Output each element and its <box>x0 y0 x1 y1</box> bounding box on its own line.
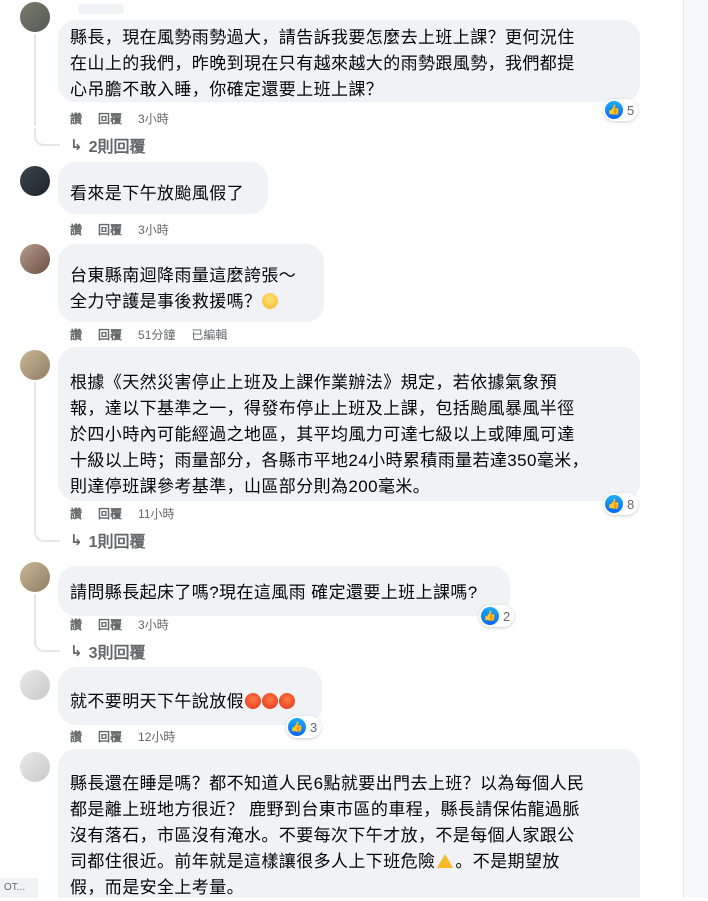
like-button[interactable]: 讚 <box>70 505 82 522</box>
thread-line <box>34 34 36 126</box>
reply-button[interactable]: 回覆 <box>98 505 122 522</box>
comment-bubble: 就不要明天下午說放假 <box>58 667 322 725</box>
timestamp[interactable]: 3小時 <box>138 616 169 633</box>
reaction-count[interactable]: 👍 5 <box>603 99 639 121</box>
angry-emoji-icon <box>262 693 278 709</box>
warning-icon <box>437 854 454 868</box>
comment-actions: 讚 回覆 12小時 <box>70 728 191 745</box>
reply-button[interactable]: 回覆 <box>98 728 122 745</box>
avatar[interactable] <box>20 670 50 700</box>
angry-emoji-icon <box>279 693 295 709</box>
timestamp[interactable]: 3小時 <box>138 221 169 238</box>
avatar[interactable] <box>20 752 50 782</box>
comment-bubble: 看來是下午放颱風假了 <box>58 162 268 214</box>
view-replies-button[interactable]: ↳ 2則回覆 <box>70 133 145 157</box>
thread-line <box>34 594 36 636</box>
comment-actions: 讚 回覆 11小時 <box>70 505 191 522</box>
view-replies-button[interactable]: ↳ 1則回覆 <box>70 528 145 552</box>
comment-actions: 讚 回覆 51分鐘 已編輯 <box>70 326 243 343</box>
reply-arrow-icon: ↳ <box>70 643 83 660</box>
like-reaction-icon: 👍 <box>605 101 623 119</box>
corner-label[interactable]: OT... <box>0 878 38 898</box>
like-reaction-icon: 👍 <box>288 718 306 736</box>
reply-connector <box>34 524 60 542</box>
reply-arrow-icon: ↳ <box>70 532 83 549</box>
comment-bubble: 縣長，現在風勢雨勢過大，請告訴我要怎麼去上班上課？更何況住 在山上的我們，昨晚到… <box>58 20 640 102</box>
like-button[interactable]: 讚 <box>70 221 82 238</box>
avatar[interactable] <box>20 350 50 380</box>
commenter-name[interactable] <box>78 4 124 14</box>
comment-bubble: 縣長還在睡是嗎？都不知道人民6點就要出門去上班？以為每個人民 都是離上班地方很近… <box>58 749 640 898</box>
comment-text: 台東縣南迴降雨量這麼誇張～ 全力守護是事後救援嗎？ <box>70 266 297 311</box>
reply-button[interactable]: 回覆 <box>98 326 122 343</box>
comment-text: 縣長還在睡是嗎？都不知道人民6點就要出門去上班？以為每個人民 都是離上班地方很近… <box>70 774 585 897</box>
timestamp[interactable]: 3小時 <box>138 110 169 127</box>
reply-button[interactable]: 回覆 <box>98 616 122 633</box>
reaction-count[interactable]: 👍 8 <box>603 493 639 515</box>
comment-actions: 讚 回覆 3小時 <box>70 616 185 633</box>
view-replies-button[interactable]: ↳ 3則回覆 <box>70 639 145 663</box>
avatar[interactable] <box>20 2 50 32</box>
angry-emoji-icon <box>245 693 261 709</box>
reply-connector <box>34 634 60 652</box>
like-button[interactable]: 讚 <box>70 110 82 127</box>
like-button[interactable]: 讚 <box>70 728 82 745</box>
scrollbar-track[interactable] <box>684 0 708 898</box>
comment-text: 就不要明天下午說放假 <box>70 689 310 715</box>
edited-label[interactable]: 已編輯 <box>191 326 227 343</box>
reply-button[interactable]: 回覆 <box>98 221 122 238</box>
comment-text: 請問縣長起床了嗎?現在這風雨 確定還要上班上課嗎? <box>70 583 478 602</box>
timestamp[interactable]: 11小時 <box>138 505 174 522</box>
comment-text: 看來是下午放颱風假了 <box>70 184 244 203</box>
comment-bubble: 台東縣南迴降雨量這麼誇張～ 全力守護是事後救援嗎？ <box>58 244 324 322</box>
avatar[interactable] <box>20 562 50 592</box>
like-button[interactable]: 讚 <box>70 326 82 343</box>
avatar[interactable] <box>20 166 50 196</box>
reply-arrow-icon: ↳ <box>70 137 83 154</box>
like-reaction-icon: 👍 <box>481 607 499 625</box>
reply-button[interactable]: 回覆 <box>98 110 122 127</box>
comment-text: 根據《天然災害停止上班及上課作業辦法》規定，若依據氣象預 報，達以下基準之一，得… <box>70 373 590 496</box>
like-reaction-icon: 👍 <box>605 495 623 513</box>
thread-line <box>34 382 36 528</box>
comment-actions: 讚 回覆 3小時 <box>70 221 185 238</box>
reaction-count[interactable]: 👍 2 <box>479 605 515 627</box>
reply-connector <box>34 128 60 146</box>
like-button[interactable]: 讚 <box>70 616 82 633</box>
eye-roll-emoji-icon <box>262 293 279 309</box>
avatar[interactable] <box>20 244 50 274</box>
comment-bubble: 請問縣長起床了嗎?現在這風雨 確定還要上班上課嗎? <box>58 566 510 616</box>
comment-actions: 讚 回覆 3小時 <box>70 110 185 127</box>
reaction-count[interactable]: 👍 3 <box>286 716 322 738</box>
comment-bubble: 根據《天然災害停止上班及上課作業辦法》規定，若依據氣象預 報，達以下基準之一，得… <box>58 347 640 501</box>
timestamp[interactable]: 51分鐘 <box>138 326 175 343</box>
timestamp[interactable]: 12小時 <box>138 728 175 745</box>
comment-text: 縣長，現在風勢雨勢過大，請告訴我要怎麼去上班上課？更何況住 在山上的我們，昨晚到… <box>70 28 575 99</box>
